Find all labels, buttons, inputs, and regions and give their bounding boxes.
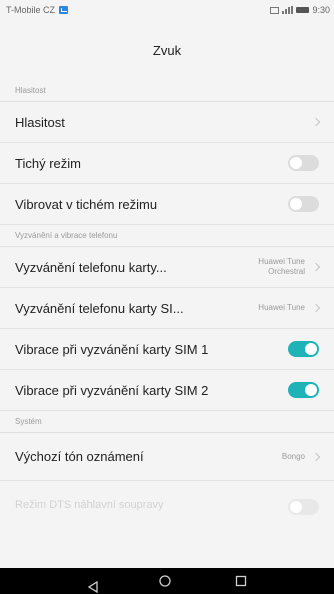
value-line-2: Orchestral — [268, 267, 305, 276]
silent-mode-toggle[interactable] — [288, 155, 319, 171]
section-header-system: Systém — [0, 411, 334, 433]
chevron-right-icon — [311, 303, 321, 313]
signal-icon — [282, 6, 294, 14]
toggle-knob — [290, 157, 302, 169]
vibrate-silent-toggle[interactable] — [288, 196, 319, 212]
row-label: Vyzvánění telefonu karty... — [15, 259, 167, 275]
row-right — [311, 117, 321, 127]
vibrate-sim1-toggle[interactable] — [288, 341, 319, 357]
row-right: Huawei Tune — [258, 303, 321, 313]
row-label: Výchozí tón oznámení — [15, 449, 144, 464]
volume-row[interactable]: Hlasitost — [0, 102, 334, 143]
navigation-bar — [0, 568, 334, 594]
section-label: Vyzvánění a vibrace telefonu — [15, 231, 118, 240]
vibrate-silent-row[interactable]: Vibrovat v tichém režimu — [0, 184, 334, 225]
silent-mode-row[interactable]: Tichý režim — [0, 143, 334, 184]
recent-apps-icon[interactable] — [235, 575, 247, 587]
vibrate-sim2-row[interactable]: Vibrace při vyzvánění karty SIM 2 — [0, 370, 334, 411]
toggle-knob — [305, 384, 317, 396]
toggle-knob — [290, 198, 302, 210]
title-bar: Zvuk — [0, 20, 334, 80]
clock: 9:30 — [312, 5, 330, 15]
vibrate-sim2-toggle[interactable] — [288, 382, 319, 398]
notification-tone-row[interactable]: Výchozí tón oznámení Bongo — [0, 433, 334, 481]
back-icon[interactable] — [87, 576, 98, 593]
row-label: Vibrovat v tichém režimu — [15, 196, 158, 212]
row-right: Bongo — [281, 451, 321, 462]
chevron-right-icon — [311, 452, 321, 461]
row-label: Vibrace při vyzvánění karty SIM 2 — [15, 382, 209, 398]
page-title: Zvuk — [152, 42, 182, 58]
section-header-ringing: Vyzvánění a vibrace telefonu — [0, 225, 334, 247]
chevron-right-icon — [311, 262, 321, 272]
ringtone-sim2-row[interactable]: Vyzvánění telefonu karty SI... Huawei Tu… — [0, 288, 334, 329]
message-icon — [59, 6, 69, 14]
section-header-volume: Hlasitost — [0, 80, 334, 102]
dts-headset-row[interactable]: Režim DTS náhlavní soupravy — [0, 481, 334, 529]
ringtone-sim1-row[interactable]: Vyzvánění telefonu karty... Huawei Tune … — [0, 247, 334, 288]
row-right: Huawei Tune Orchestral — [258, 257, 321, 277]
row-value: Huawei Tune Orchestral — [258, 257, 305, 277]
home-icon[interactable] — [159, 575, 172, 587]
toggle-knob — [305, 343, 317, 355]
battery-icon — [296, 7, 310, 13]
row-label: Režim DTS náhlavní soupravy — [15, 499, 164, 511]
row-value: Huawei Tune — [258, 303, 305, 312]
row-label: Vyzvánění telefonu karty SI... — [15, 300, 184, 316]
dts-toggle[interactable] — [288, 499, 319, 515]
chevron-right-icon — [311, 117, 321, 127]
sim-icon — [270, 6, 280, 14]
row-label: Hlasitost — [15, 114, 65, 130]
toggle-knob — [290, 501, 302, 513]
carrier-label: T-Mobile CZ — [6, 5, 56, 15]
status-bar: T-Mobile CZ 9:30 — [0, 0, 334, 20]
row-value: Bongo — [281, 451, 305, 461]
row-label: Tichý režim — [15, 155, 81, 171]
vibrate-sim1-row[interactable]: Vibrace při vyzvánění karty SIM 1 — [0, 329, 334, 370]
value-line-1: Huawei Tune — [258, 257, 305, 266]
status-right: 9:30 — [270, 5, 330, 15]
section-label: Systém — [15, 417, 42, 426]
section-label: Hlasitost — [15, 86, 46, 95]
row-label: Vibrace při vyzvánění karty SIM 1 — [15, 341, 209, 357]
status-left: T-Mobile CZ — [6, 5, 69, 15]
